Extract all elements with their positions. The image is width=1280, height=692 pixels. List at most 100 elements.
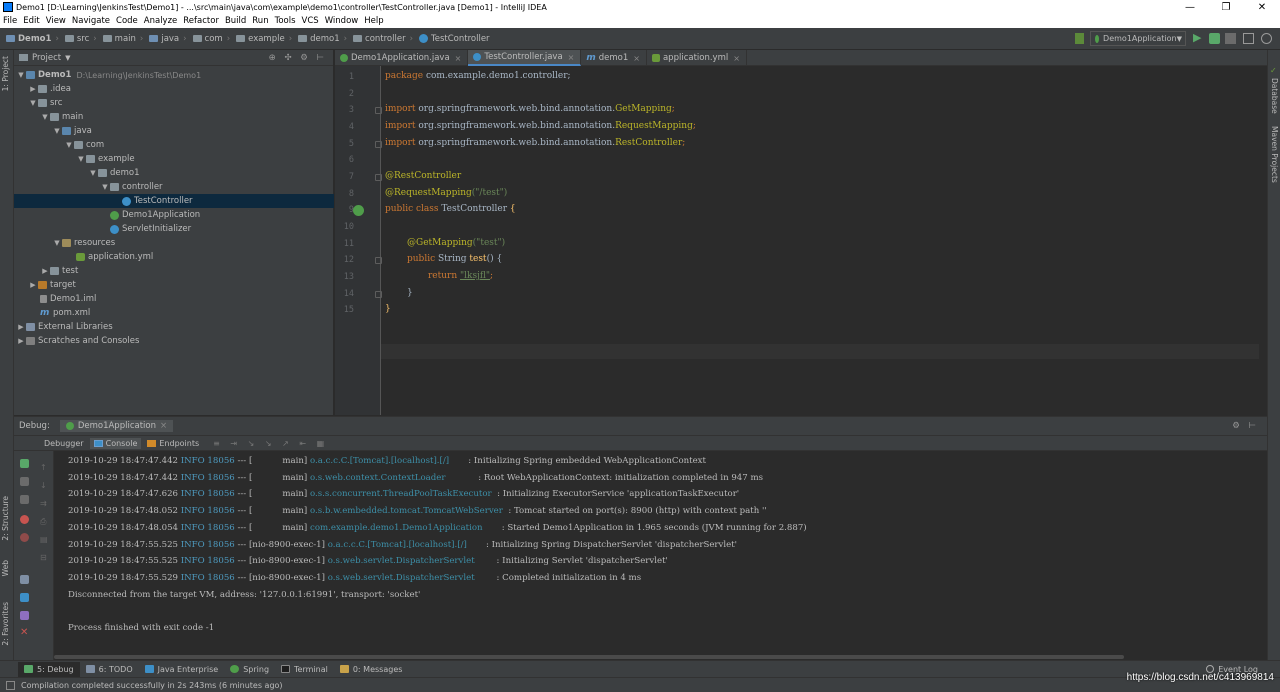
tool-tab-structure[interactable]: 2: Structure	[1, 496, 10, 541]
tree-item-demo1-root[interactable]: ▼ Demo1 D:\Learning\JenkinsTest\Demo1	[14, 68, 334, 82]
tool-tab-web[interactable]: Web	[1, 560, 10, 576]
breadcrumb-main[interactable]: main ›	[102, 34, 143, 44]
code-line-4[interactable]: import org.springframework.web.bind.anno…	[385, 121, 696, 131]
fold-marker-icon[interactable]	[375, 141, 382, 148]
expand-arrow-icon[interactable]: ▼	[100, 183, 110, 191]
status-message[interactable]: Compilation completed successfully in 2s…	[21, 681, 283, 690]
code-line-13[interactable]: return "lksjfl";	[428, 271, 493, 281]
menu-refactor[interactable]: Refactor	[180, 16, 222, 26]
collapse-arrow-icon[interactable]: ▶	[28, 281, 38, 289]
mute-breakpoints-icon[interactable]	[20, 533, 29, 542]
expand-arrow-icon[interactable]: ▼	[64, 141, 74, 149]
close-button[interactable]: ✕	[1244, 2, 1280, 13]
console-output[interactable]: 2019-10-29 18:47:47.442 INFO 18056 --- […	[54, 451, 1267, 651]
build-hammer-icon[interactable]	[1075, 33, 1084, 44]
code-line-15[interactable]: }	[385, 304, 391, 314]
tab-demo1-pom[interactable]: m demo1 ×	[581, 50, 647, 66]
close-tab-icon[interactable]: ×	[455, 54, 462, 63]
fold-marker-icon[interactable]	[375, 257, 382, 264]
search-everywhere-icon[interactable]	[1261, 33, 1272, 44]
breadcrumb-testcontroller[interactable]: TestController	[419, 34, 490, 44]
console-actions[interactable]: ↑ ↓ ⇉ ⎙ ▤ ⊟	[40, 459, 48, 567]
menu-help[interactable]: Help	[361, 16, 386, 26]
tab-console[interactable]: Console	[89, 437, 142, 449]
breadcrumb-demo1[interactable]: Demo1 ›	[6, 34, 59, 44]
tool-button-terminal[interactable]: Terminal	[275, 662, 334, 677]
expand-arrow-icon[interactable]: ▼	[16, 71, 26, 79]
tool-windows-toggle-icon[interactable]	[6, 680, 15, 690]
project-panel-tools[interactable]: ⊕ ✣ ⚙ ⊢	[269, 53, 327, 63]
tool-tab-maven-projects[interactable]: Maven Projects	[1270, 126, 1279, 183]
tool-button-java-enterprise[interactable]: Java Enterprise	[139, 662, 225, 677]
tree-item-com[interactable]: ▼ com	[14, 138, 334, 152]
tool-tab-favorites[interactable]: 2: Favorites	[1, 602, 10, 646]
tree-item-example[interactable]: ▼ example	[14, 152, 334, 166]
resume-icon[interactable]	[20, 459, 29, 468]
minimize-button[interactable]: —	[1172, 2, 1208, 13]
view-breakpoints-icon[interactable]	[20, 515, 29, 524]
menu-navigate[interactable]: Navigate	[69, 16, 113, 26]
pause-icon[interactable]	[20, 477, 29, 486]
expand-arrow-icon[interactable]: ▼	[28, 99, 38, 107]
tree-item-target[interactable]: ▶ target	[14, 278, 334, 292]
maximize-button[interactable]: ❐	[1208, 2, 1244, 13]
code-line-7[interactable]: @RestController	[385, 171, 461, 181]
tab-application-yml[interactable]: application.yml ×	[647, 50, 747, 66]
expand-arrow-icon[interactable]: ▼	[88, 169, 98, 177]
close-icon[interactable]: ✕	[20, 627, 28, 638]
code-line-12[interactable]: public String test() {	[407, 254, 502, 264]
menu-edit[interactable]: Edit	[20, 16, 42, 26]
tool-button-spring[interactable]: Spring	[224, 662, 275, 677]
tool-button-debug[interactable]: 5: Debug	[18, 661, 80, 677]
breadcrumb-java[interactable]: java ›	[149, 34, 187, 44]
stop-icon[interactable]	[20, 495, 29, 504]
debug-icon[interactable]	[1209, 33, 1220, 44]
run-class-gutter-icon[interactable]	[353, 205, 364, 216]
expand-arrow-icon[interactable]: ▼	[40, 113, 50, 121]
tab-testcontroller-java[interactable]: TestController.java ×	[468, 50, 582, 66]
project-structure-icon[interactable]	[1243, 33, 1254, 44]
collapse-arrow-icon[interactable]: ▶	[16, 323, 26, 331]
code-line-8[interactable]: @RequestMapping("/test")	[385, 188, 507, 198]
collapse-arrow-icon[interactable]: ▶	[40, 267, 50, 275]
breadcrumb-com[interactable]: com ›	[192, 34, 230, 44]
collapse-arrow-icon[interactable]: ▶	[16, 337, 26, 345]
tree-item-src[interactable]: ▼ src	[14, 96, 334, 110]
expand-arrow-icon[interactable]: ▼	[52, 239, 62, 247]
breadcrumb-example[interactable]: example ›	[236, 34, 292, 44]
tool-tab-project[interactable]: 1: Project	[1, 56, 10, 91]
tree-item-servletinitializer[interactable]: ServletInitializer	[14, 222, 334, 236]
tree-item-demo1application[interactable]: Demo1Application	[14, 208, 334, 222]
menu-window[interactable]: Window	[322, 16, 362, 26]
console-horizontal-scrollbar[interactable]	[54, 655, 1124, 659]
tree-item-demo1-iml[interactable]: Demo1.iml	[14, 292, 334, 306]
code-line-9[interactable]: public class TestController {	[385, 204, 516, 214]
expand-arrow-icon[interactable]: ▼	[76, 155, 86, 163]
menu-vcs[interactable]: VCS	[299, 16, 322, 26]
code-line-11[interactable]: @GetMapping("test")	[407, 238, 505, 248]
menu-build[interactable]: Build	[222, 16, 249, 26]
tree-item-external-libraries[interactable]: ▶ External Libraries	[14, 320, 334, 334]
editor-scrollbar[interactable]	[1259, 66, 1267, 415]
breadcrumb-demo1-package[interactable]: demo1 ›	[298, 34, 347, 44]
code-line-5[interactable]: import org.springframework.web.bind.anno…	[385, 138, 685, 148]
tree-item-application-yml[interactable]: application.yml	[14, 250, 334, 264]
menu-tools[interactable]: Tools	[272, 16, 299, 26]
fold-marker-icon[interactable]	[375, 174, 382, 181]
settings-icon[interactable]	[20, 593, 29, 602]
chevron-down-icon[interactable]: ▼	[65, 54, 70, 62]
pin-icon[interactable]	[20, 611, 29, 620]
step-actions-toolbar[interactable]: ≡ ⇥ ↘ ↘ ↗ ⇤ ▦	[213, 439, 328, 448]
tree-item-scratches[interactable]: ▶ Scratches and Consoles	[14, 334, 334, 348]
expand-arrow-icon[interactable]: ▼	[52, 127, 62, 135]
menu-view[interactable]: View	[43, 16, 69, 26]
run-icon[interactable]: ▶	[1193, 31, 1204, 44]
menu-analyze[interactable]: Analyze	[141, 16, 181, 26]
code-line-1[interactable]: package com.example.demo1.controller;	[385, 71, 571, 81]
tree-item-controller[interactable]: ▼ controller	[14, 180, 334, 194]
menu-code[interactable]: Code	[113, 16, 141, 26]
camera-icon[interactable]	[20, 575, 29, 584]
code-line-14[interactable]: }	[407, 288, 413, 298]
debug-panel-settings-icon[interactable]: ⚙ ⊢	[1232, 421, 1259, 431]
tree-item-demo1[interactable]: ▼ demo1	[14, 166, 334, 180]
